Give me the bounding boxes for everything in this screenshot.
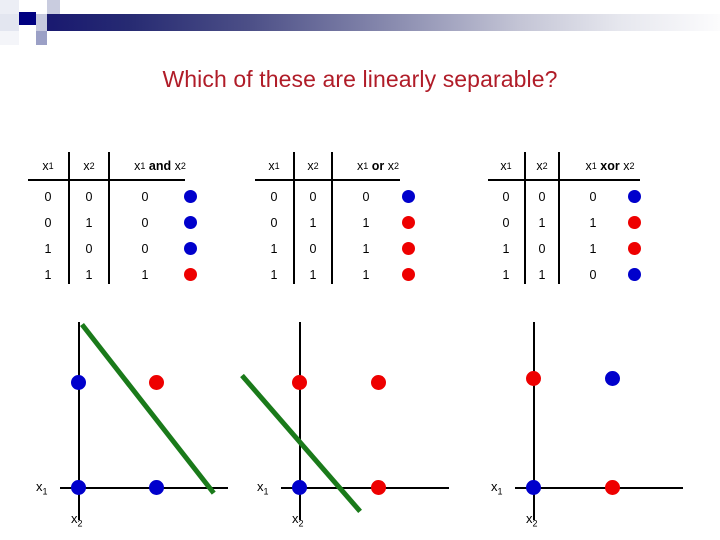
data-point	[604, 479, 620, 495]
axis-label-x2: x2	[526, 511, 538, 529]
axis-label-x1: x1	[491, 479, 503, 497]
data-point	[604, 370, 620, 386]
scatter-plot-xor: x1 x2	[0, 0, 720, 540]
data-point	[525, 370, 541, 386]
axis-label-x1-sub: 1	[497, 486, 503, 497]
data-point	[525, 479, 541, 495]
axis-label-x2-sub: 2	[532, 518, 538, 529]
